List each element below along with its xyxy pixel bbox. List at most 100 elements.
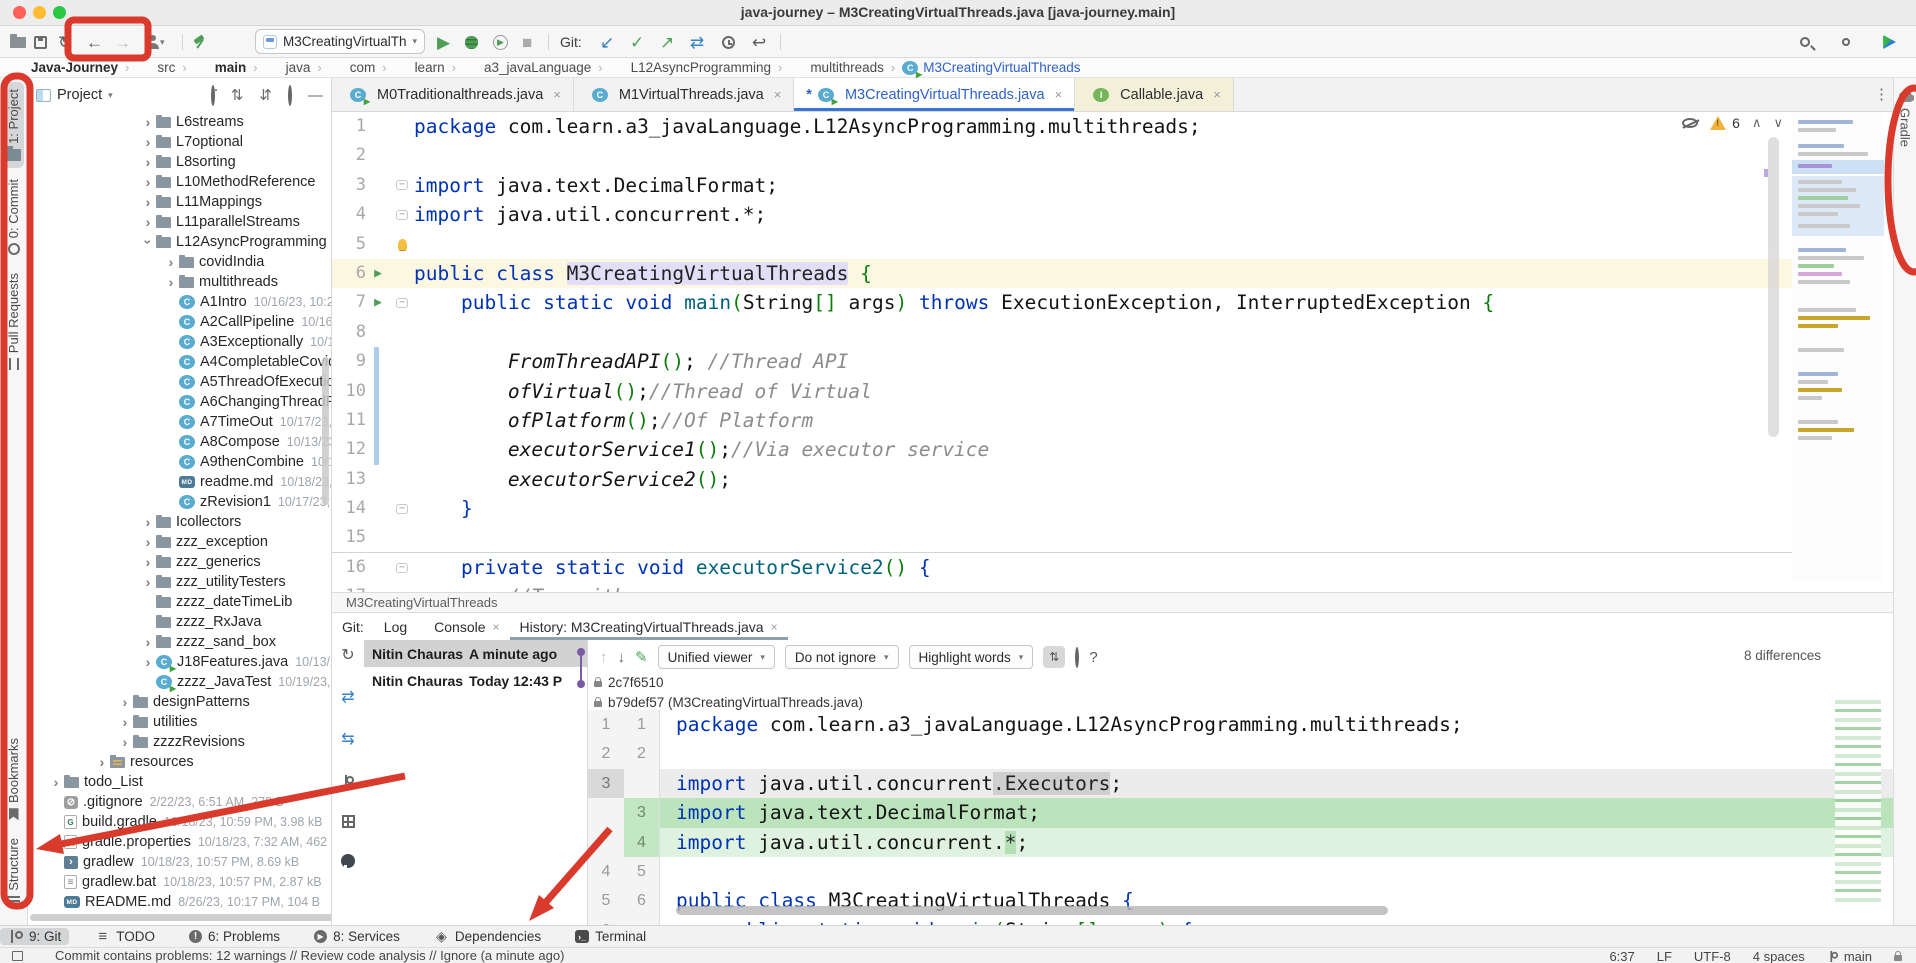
coverage-run-button[interactable]: ▶ <box>493 30 508 54</box>
tree-row[interactable]: zzz_exception <box>28 532 331 552</box>
tree-chevron-icon[interactable] <box>140 555 156 569</box>
tree-row[interactable]: L8sorting <box>28 152 331 172</box>
tree-chevron-icon[interactable] <box>140 155 156 169</box>
breadcrumb-item[interactable]: a3_javaLanguage <box>463 60 610 75</box>
close-icon[interactable]: × <box>774 87 782 102</box>
breadcrumb-item[interactable]: src <box>136 60 193 75</box>
tree-row[interactable]: zzz_utilityTesters <box>28 572 331 592</box>
gutter-run-icon[interactable] <box>366 582 390 592</box>
warning-triangle-icon[interactable] <box>1710 116 1726 130</box>
tree-row[interactable]: A4CompletableCovid <box>28 352 331 372</box>
code-line[interactable]: 11 ofPlatform();//Of Platform <box>332 406 1792 435</box>
editor-tab[interactable]: * M3CreatingVirtualThreads.java × <box>794 78 1075 111</box>
rollback-icon[interactable]: ↩ <box>752 30 766 54</box>
edit-pencil-icon[interactable]: ✎ <box>635 650 648 665</box>
code-line[interactable]: 3 import java.text.DecimalFormat; <box>332 171 1792 200</box>
close-icon[interactable]: × <box>553 87 561 102</box>
tree-row[interactable]: A5ThreadOfExecutio <box>28 372 331 392</box>
gutter-run-icon[interactable] <box>366 494 390 523</box>
tree-chevron-icon[interactable] <box>140 515 156 529</box>
encoding[interactable]: UTF-8 <box>1694 949 1731 963</box>
collapse-unchanged-icon[interactable]: ⇅ <box>1043 646 1065 668</box>
highlighting-eye-icon[interactable] <box>1682 118 1698 128</box>
revision-row[interactable]: b79def57 (M3CreatingVirtualThreads.java) <box>594 692 863 712</box>
back-button[interactable]: ← <box>86 30 103 54</box>
tree-row[interactable]: L7optional <box>28 132 331 152</box>
editor-minimap[interactable] <box>1792 112 1884 582</box>
locate-file-icon[interactable] <box>211 87 215 104</box>
tree-row[interactable]: A6ChangingThreadP <box>28 392 331 412</box>
tree-chevron-icon[interactable] <box>140 235 156 249</box>
save-icon[interactable] <box>34 30 47 54</box>
tree-row[interactable]: .gitignore 2/22/23, 6:51 AM, 278 B <box>28 792 331 812</box>
tree-row[interactable]: gradlew.bat 10/18/23, 10:57 PM, 2.87 kB <box>28 872 331 892</box>
code-editor[interactable]: 1 package com.learn.a3_javaLanguage.L12A… <box>332 112 1893 592</box>
tree-row[interactable]: zzzzRevisions <box>28 732 331 752</box>
hide-panel-icon[interactable]: — <box>308 87 323 104</box>
readonly-lock-icon[interactable] <box>1894 955 1902 961</box>
tree-row[interactable]: A9thenCombine 10/1 <box>28 452 331 472</box>
build-hammer-icon[interactable] <box>192 30 208 54</box>
diff-code[interactable]: 1 1 package com.learn.a3_javaLanguage.L1… <box>588 710 1893 925</box>
tree-chevron-icon[interactable] <box>140 195 156 209</box>
code-line[interactable]: 6 public class M3CreatingVirtualThreads … <box>332 259 1792 288</box>
code-line[interactable]: 4 import java.util.concurrent.*; <box>332 200 1792 229</box>
tree-row[interactable]: build.gradle 10/18/23, 10:59 PM, 3.98 kB <box>28 812 331 832</box>
git-update-icon[interactable]: ↙ <box>600 30 614 54</box>
gutter-fold-icon[interactable] <box>390 347 414 376</box>
editor-scrollbar[interactable] <box>1768 137 1779 437</box>
stop-button[interactable]: ■ <box>522 30 532 54</box>
run-button[interactable]: ▶ <box>437 30 450 54</box>
tree-chevron-icon[interactable] <box>140 215 156 229</box>
event-log-icon[interactable] <box>12 951 23 961</box>
tool-window-bar-item[interactable]: 6: Problems <box>181 928 288 945</box>
breadcrumb-item[interactable]: Java-Journey <box>10 60 136 75</box>
tool-window-bar-item[interactable]: 9: Git <box>0 928 69 945</box>
editor-tab[interactable]: Callable.java × <box>1075 78 1234 111</box>
tree-chevron-icon[interactable] <box>140 575 156 589</box>
tool-window-button[interactable]: 0: Commit <box>3 172 24 262</box>
breadcrumb-item[interactable]: M3CreatingVirtualThreads <box>902 60 1080 75</box>
tree-chevron-icon[interactable] <box>117 715 133 729</box>
breadcrumb-item[interactable]: learn <box>394 60 463 75</box>
gutter-run-icon[interactable] <box>366 406 390 435</box>
tree-row[interactable]: A2CallPipeline 10/16/2 <box>28 312 331 332</box>
gutter-run-icon[interactable] <box>366 465 390 494</box>
gutter-run-icon[interactable] <box>366 377 390 406</box>
tree-row[interactable]: A8Compose 10/13/23, <box>28 432 331 452</box>
code-line[interactable]: 12 executorService1();//Via executor ser… <box>332 435 1792 464</box>
line-ending[interactable]: LF <box>1657 949 1672 963</box>
code-line[interactable]: 16 private static void executorService2(… <box>332 553 1792 582</box>
tree-row[interactable]: zzzz_sand_box <box>28 632 331 652</box>
breadcrumb-item[interactable]: java <box>265 60 329 75</box>
git-branch-widget[interactable]: main <box>1827 949 1872 963</box>
gutter-fold-icon[interactable] <box>390 435 414 464</box>
gutter-fold-icon[interactable] <box>390 259 414 288</box>
tree-row[interactable]: gradlew 10/18/23, 10:57 PM, 8.69 kB <box>28 852 331 872</box>
code-line[interactable]: 17 //Try with resources <box>332 582 1792 592</box>
editor-tab[interactable]: M1VirtualThreads.java × <box>574 78 794 111</box>
gutter-fold-icon[interactable] <box>390 171 414 200</box>
history-clock-icon[interactable] <box>722 30 735 54</box>
forward-button[interactable]: → <box>114 30 131 54</box>
tree-row[interactable]: readme.md 10/18/23, <box>28 472 331 492</box>
prev-difference-icon[interactable]: ↑ <box>600 650 608 665</box>
commit-row[interactable]: Nitin Chauras A minute ago <box>364 640 587 667</box>
tree-row[interactable]: zRevision1 10/17/23, 1 <box>28 492 331 512</box>
tree-row[interactable]: zzzz_JavaTest 10/19/23, <box>28 672 331 692</box>
tree-row[interactable]: A1Intro 10/16/23, 10:24 <box>28 292 331 312</box>
gutter-fold-icon[interactable] <box>390 377 414 406</box>
git-commit-icon[interactable]: ✓ <box>630 30 644 54</box>
chevron-down-icon[interactable]: ▾ <box>108 90 113 101</box>
tree-row[interactable]: todo_List <box>28 772 331 792</box>
tool-window-bar-item[interactable]: Terminal <box>567 928 654 945</box>
search-everywhere-icon[interactable] <box>1800 30 1810 54</box>
tree-row[interactable]: L11parallelStreams <box>28 212 331 232</box>
gutter-fold-icon[interactable] <box>390 465 414 494</box>
tree-row[interactable]: multithreads <box>28 272 331 292</box>
code-line[interactable]: 13 executorService2(); <box>332 465 1792 494</box>
next-difference-icon[interactable]: ↓ <box>618 650 626 665</box>
debug-button[interactable] <box>465 30 478 54</box>
git-push-icon[interactable]: ↗ <box>660 30 674 54</box>
tool-window-bar-item[interactable]: 8: Services <box>306 928 408 945</box>
